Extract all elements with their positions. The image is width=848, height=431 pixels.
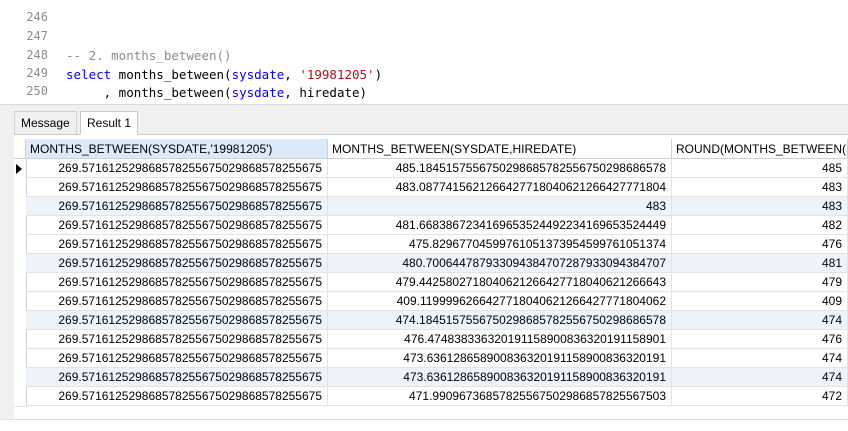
table-cell[interactable]: 474 <box>672 311 848 330</box>
table-cell[interactable]: 269.571612529868578255675029868578255675 <box>26 368 328 387</box>
table-cell[interactable]: 485.184515755675029868578255675029868657… <box>328 159 672 178</box>
table-cell[interactable]: 475.82967704599761051373954599761051374 <box>328 235 672 254</box>
table-cell[interactable]: 269.571612529868578255675029868578255675 <box>26 387 328 406</box>
table-row[interactable]: 269.571612529868578255675029868578255675… <box>14 235 848 255</box>
code-line: 248 select months_between(sysdate, '1998… <box>0 27 848 82</box>
table-cell[interactable]: 269.571612529868578255675029868578255675 <box>26 292 328 311</box>
result-tabs: Message Result 1 <box>14 110 848 135</box>
table-row[interactable]: 269.571612529868578255675029868578255675… <box>14 349 848 369</box>
table-cell[interactable]: 409 <box>672 292 848 311</box>
table-cell[interactable]: 483.087741562126642771804062126642777180… <box>328 178 672 197</box>
table-row[interactable]: 269.571612529868578255675029868578255675… <box>14 387 848 407</box>
table-cell[interactable]: 269.571612529868578255675029868578255675 <box>26 178 328 197</box>
column-header[interactable]: MONTHS_BETWEEN(SYSDATE,'19981205') <box>26 139 328 159</box>
table-cell[interactable]: 472 <box>672 387 848 406</box>
code-line: 247 -- 2. months_between() <box>0 8 848 63</box>
code-line: 246 <box>0 0 848 24</box>
tab-result-1[interactable]: Result 1 <box>80 111 139 135</box>
tab-message[interactable]: Message <box>14 111 77 134</box>
table-cell[interactable]: 474 <box>672 349 848 368</box>
table-cell[interactable]: 269.571612529868578255675029868578255675 <box>26 349 328 368</box>
table-cell[interactable]: 483 <box>328 197 672 216</box>
result-grid[interactable]: MONTHS_BETWEEN(SYSDATE,'19981205') MONTH… <box>14 139 848 419</box>
code-line: 249 , months_between(sysdate, hiredate) <box>0 45 848 100</box>
table-cell[interactable]: 479.442580271804062126642771804062126664… <box>328 273 672 292</box>
table-cell[interactable]: 269.571612529868578255675029868578255675 <box>26 273 328 292</box>
table-cell[interactable]: 269.571612529868578255675029868578255675 <box>26 197 328 216</box>
table-row[interactable]: 269.571612529868578255675029868578255675… <box>14 292 848 312</box>
table-cell[interactable]: 483 <box>672 178 848 197</box>
table-cell[interactable]: 269.571612529868578255675029868578255675 <box>26 159 328 178</box>
table-cell[interactable]: 476 <box>672 235 848 254</box>
code-line: 250 , round(months_between(sysdate, hire… <box>0 63 848 106</box>
table-cell[interactable]: 269.571612529868578255675029868578255675 <box>26 235 328 254</box>
table-cell[interactable]: 476.474838336320191158900836320191158901 <box>328 330 672 349</box>
table-cell[interactable]: 269.571612529868578255675029868578255675 <box>26 254 328 273</box>
left-margin <box>0 110 14 430</box>
corner-cell[interactable] <box>14 139 26 159</box>
table-cell[interactable]: 485 <box>672 159 848 178</box>
table-row[interactable]: 269.571612529868578255675029868578255675… <box>14 178 848 198</box>
table-cell[interactable]: 473.636128658900836320191158900836320191 <box>328 349 672 368</box>
table-row[interactable]: 269.571612529868578255675029868578255675… <box>14 254 848 274</box>
table-cell[interactable]: 473.636128658900836320191158900836320191 <box>328 368 672 387</box>
horizontal-scrollbar[interactable] <box>0 419 848 431</box>
table-row[interactable]: 269.571612529868578255675029868578255675… <box>14 311 848 331</box>
table-cell[interactable]: 481 <box>672 254 848 273</box>
table-cell[interactable]: 474.184515755675029868578255675029868657… <box>328 311 672 330</box>
column-header[interactable]: MONTHS_BETWEEN(SYSDATE,HIREDATE) <box>328 139 672 159</box>
table-row[interactable]: 269.571612529868578255675029868578255675… <box>14 159 848 179</box>
table-cell[interactable]: 476 <box>672 330 848 349</box>
table-cell[interactable]: 269.571612529868578255675029868578255675 <box>26 216 328 235</box>
table-cell[interactable]: 269.571612529868578255675029868578255675 <box>26 311 328 330</box>
current-row-pointer-icon <box>16 164 22 174</box>
table-cell[interactable]: 482 <box>672 216 848 235</box>
table-cell[interactable]: 269.571612529868578255675029868578255675 <box>26 330 328 349</box>
table-cell[interactable]: 479 <box>672 273 848 292</box>
table-row[interactable]: 269.571612529868578255675029868578255675… <box>14 330 848 350</box>
table-cell[interactable]: 471.99096736857825567502986857825567503 <box>328 387 672 406</box>
column-header[interactable]: ROUND(MONTHS_BETWEEN(SYSDATE,HIREDATE),0… <box>672 139 848 159</box>
sql-editor[interactable]: 246 247 -- 2. months_between() 248 selec… <box>0 0 848 106</box>
table-cell[interactable]: 474 <box>672 368 848 387</box>
table-row[interactable]: 269.571612529868578255675029868578255675… <box>14 368 848 388</box>
table-cell[interactable]: 480.700644787933094384707287933094384707 <box>328 254 672 273</box>
table-row[interactable]: 269.571612529868578255675029868578255675… <box>14 216 848 236</box>
table-cell[interactable]: 409.119999626642771804062126642777180406… <box>328 292 672 311</box>
table-row[interactable]: 269.571612529868578255675029868578255675… <box>14 197 848 217</box>
table-cell[interactable]: 481.668386723416965352449223416965352444… <box>328 216 672 235</box>
table-row[interactable]: 269.571612529868578255675029868578255675… <box>14 273 848 293</box>
table-cell[interactable]: 483 <box>672 197 848 216</box>
